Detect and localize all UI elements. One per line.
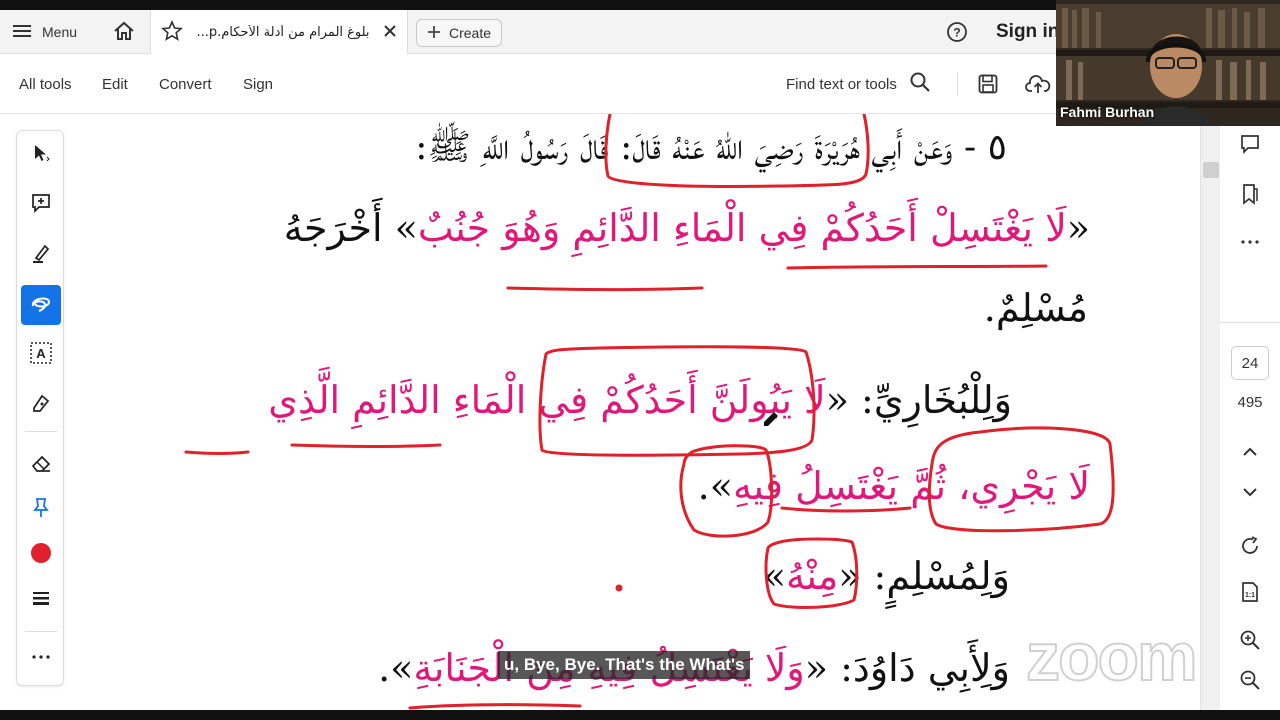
annotation-underline-6 xyxy=(408,703,582,710)
annotation-underline-2 xyxy=(506,286,704,291)
create-label: Create xyxy=(449,25,492,41)
zoom-in-button[interactable] xyxy=(1234,626,1266,658)
rotate-button[interactable] xyxy=(1234,532,1266,564)
stamp-tool[interactable] xyxy=(21,385,61,425)
zoom-out-icon xyxy=(1239,669,1261,695)
create-button[interactable]: Create xyxy=(416,19,503,47)
annotation-box-yajri xyxy=(927,426,1115,533)
more-tools-button[interactable] xyxy=(21,639,61,679)
scrollbar-thumb[interactable] xyxy=(1203,162,1219,178)
panel-divider xyxy=(1220,322,1280,323)
plus-icon xyxy=(427,25,441,42)
add-comment-tool[interactable] xyxy=(21,185,61,225)
line-weight-tool[interactable] xyxy=(21,580,61,620)
svg-text:A: A xyxy=(36,346,46,361)
zoom-out-button[interactable] xyxy=(1234,666,1266,698)
cursor-arrow-icon xyxy=(30,142,52,168)
annotation-underline-5 xyxy=(780,506,912,513)
eraser-tool[interactable] xyxy=(21,445,61,485)
annotation-dot xyxy=(615,584,623,592)
highlight-tool[interactable] xyxy=(21,235,61,275)
close-tab-icon[interactable] xyxy=(383,24,397,41)
help-icon[interactable]: ? xyxy=(944,10,970,54)
annotation-underline-4 xyxy=(290,443,442,448)
star-icon[interactable] xyxy=(161,19,183,45)
pen-cursor-icon xyxy=(764,412,778,426)
current-page-input[interactable]: 24 xyxy=(1231,346,1269,380)
freehand-draw-tool[interactable] xyxy=(21,285,61,325)
pin-tool[interactable] xyxy=(21,490,61,530)
freehand-loop-icon xyxy=(29,292,53,318)
actual-size-button[interactable]: 1:1 xyxy=(1234,578,1266,610)
home-icon xyxy=(113,21,135,44)
text-box-tool[interactable]: A xyxy=(21,335,61,375)
search-icon xyxy=(909,71,931,97)
select-tool[interactable] xyxy=(21,135,61,175)
total-pages: 495 xyxy=(1237,394,1263,411)
pen-sign-icon xyxy=(30,392,52,418)
tool-divider xyxy=(25,431,57,432)
comments-icon[interactable] xyxy=(1234,128,1266,160)
comment-plus-icon xyxy=(30,192,52,218)
chevron-down-icon xyxy=(1242,483,1258,502)
document-tab-title: بلوغ المرام من أدلة الأحكام.p... xyxy=(196,24,370,40)
svg-text:1:1: 1:1 xyxy=(1245,592,1255,599)
annotation-underline-3 xyxy=(184,450,250,455)
toolbar-divider xyxy=(957,72,958,96)
participant-name: Fahmi Burhan xyxy=(1060,104,1155,120)
highlighter-pen-icon xyxy=(30,242,52,268)
annotation-tool-panel: A xyxy=(16,130,64,686)
text-frame-icon: A xyxy=(29,341,53,369)
edit-tab[interactable]: Edit xyxy=(102,54,128,114)
rotate-icon xyxy=(1239,535,1261,561)
eraser-icon xyxy=(30,452,52,478)
save-icon[interactable] xyxy=(974,54,1002,114)
red-color-swatch-icon xyxy=(30,542,52,568)
tool-divider xyxy=(25,631,57,632)
annotation-box-abu-hurairah xyxy=(604,114,870,188)
annotation-box-fihi xyxy=(679,444,774,538)
live-caption: u, Bye, Bye. That's the What's xyxy=(498,651,751,679)
svg-text:?: ? xyxy=(953,26,960,40)
right-side-panel: 24 495 1:1 xyxy=(1220,114,1280,710)
find-text-label: Find text or tools xyxy=(786,75,897,93)
vertical-scrollbar[interactable] xyxy=(1200,114,1220,710)
pin-icon xyxy=(31,497,51,523)
sign-tab[interactable]: Sign xyxy=(243,54,273,114)
annotation-box-minhu xyxy=(764,537,859,609)
chevron-up-icon xyxy=(1242,443,1258,462)
annotation-box-bukhari xyxy=(538,345,816,457)
more-dots-icon xyxy=(30,646,52,672)
sign-in-button[interactable]: Sign in xyxy=(996,10,1059,54)
line-weight-icon xyxy=(30,587,52,613)
bottom-strip xyxy=(0,710,1280,720)
page-fit-icon: 1:1 xyxy=(1239,581,1261,607)
bookmarks-icon[interactable] xyxy=(1234,178,1266,210)
hamburger-icon xyxy=(12,23,32,42)
cloud-upload-icon[interactable] xyxy=(1024,54,1052,114)
zoom-watermark: zoom xyxy=(1025,618,1199,696)
home-button[interactable] xyxy=(108,10,140,54)
previous-page-button[interactable] xyxy=(1234,436,1266,468)
document-tab[interactable]: بلوغ المرام من أدلة الأحكام.p... xyxy=(150,10,408,54)
webcam-video: Fahmi Burhan xyxy=(1056,0,1280,126)
more-options-icon[interactable] xyxy=(1234,226,1266,258)
color-picker-tool[interactable] xyxy=(21,535,61,575)
zoom-in-icon xyxy=(1239,629,1261,655)
find-text-button[interactable]: Find text or tools xyxy=(786,54,931,114)
menu-label: Menu xyxy=(42,24,78,40)
next-page-button[interactable] xyxy=(1234,476,1266,508)
menu-button[interactable]: Menu xyxy=(12,10,77,54)
acrobat-window: Menu بلوغ المرام من أدلة الأحكام.p... Cr… xyxy=(0,0,1280,720)
annotation-underline-1 xyxy=(786,264,1048,270)
all-tools-tab[interactable]: All tools xyxy=(19,54,72,114)
convert-tab[interactable]: Convert xyxy=(159,54,212,114)
